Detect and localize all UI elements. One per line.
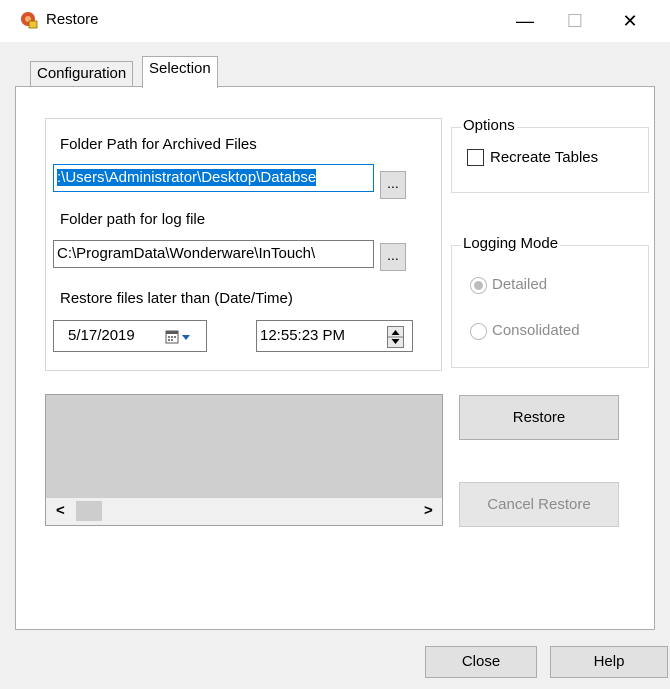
browse-log-button[interactable]: ... — [380, 243, 406, 271]
close-window-button[interactable]: ✕ — [610, 8, 650, 34]
archive-folder-label: Folder Path for Archived Files — [60, 136, 257, 153]
app-icon — [20, 11, 38, 29]
cancel-restore-button[interactable]: Cancel Restore — [459, 482, 619, 527]
recreate-tables-checkbox[interactable] — [467, 149, 484, 166]
restore-button[interactable]: Restore — [459, 395, 619, 440]
restore-after-label: Restore files later than (Date/Time) — [60, 290, 293, 307]
horizontal-scrollbar[interactable] — [46, 498, 442, 525]
close-button[interactable]: Close — [425, 646, 537, 678]
logging-mode-title: Logging Mode — [461, 235, 561, 252]
scroll-left-icon[interactable]: < — [56, 502, 65, 519]
help-button[interactable]: Help — [550, 646, 668, 678]
minimize-button[interactable]: — — [505, 8, 545, 34]
consolidated-radio[interactable] — [470, 323, 487, 340]
logging-mode-group — [451, 245, 649, 368]
log-folder-label: Folder path for log file — [60, 211, 206, 228]
scroll-right-icon[interactable]: > — [424, 502, 433, 519]
archive-folder-value: :\Users\Administrator\Desktop\Databse — [57, 169, 317, 186]
browse-archive-button[interactable]: ... — [380, 171, 406, 199]
time-spin-button[interactable] — [387, 326, 404, 348]
archive-folder-input[interactable]: :\Users\Administrator\Desktop\Databse — [53, 164, 374, 192]
detailed-radio[interactable] — [470, 277, 487, 294]
tab-selection[interactable]: Selection — [142, 56, 218, 88]
consolidated-label[interactable]: Consolidated — [492, 322, 580, 339]
maximize-button[interactable]: ☐ — [555, 8, 595, 34]
scroll-thumb[interactable] — [76, 501, 102, 521]
time-value: 12:55:23 PM — [260, 327, 346, 344]
detailed-label[interactable]: Detailed — [492, 276, 547, 293]
tab-configuration[interactable]: Configuration — [30, 61, 134, 87]
log-folder-value: C:\ProgramData\Wonderware\InTouch\ — [57, 245, 316, 262]
spin-arrows-icon — [388, 330, 403, 344]
recreate-tables-label[interactable]: Recreate Tables — [490, 149, 598, 166]
options-title: Options — [461, 117, 517, 134]
date-value: 5/17/2019 — [68, 327, 135, 344]
window-title: Restore — [46, 11, 99, 28]
radio-selected-dot — [474, 281, 483, 290]
log-folder-input[interactable]: C:\ProgramData\Wonderware\InTouch\ — [53, 240, 374, 268]
calendar-dropdown-icon[interactable] — [165, 330, 195, 344]
